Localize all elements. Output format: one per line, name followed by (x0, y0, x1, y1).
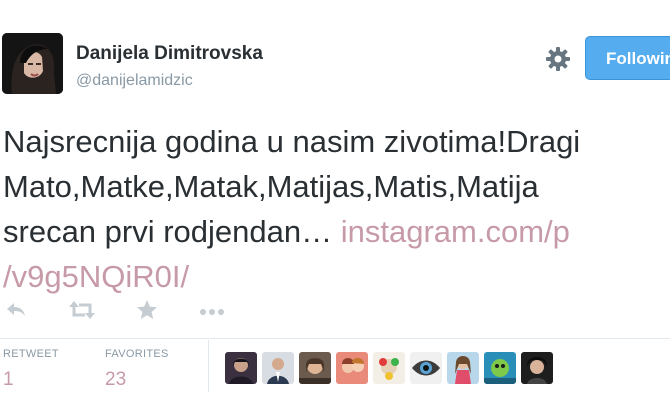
avatar[interactable] (2, 33, 63, 94)
tweet-actions (0, 298, 670, 328)
avatar-image (2, 33, 63, 94)
more-icon[interactable] (198, 298, 228, 326)
retweet-stat[interactable]: RETWEET 1 (3, 348, 59, 391)
user-name[interactable]: Danijela Dimitrovska (76, 43, 263, 65)
favoriter-avatar[interactable] (225, 352, 257, 384)
favoriter-avatar[interactable] (299, 352, 331, 384)
tweet-line-3-text: srecan prvi rodjendan… (3, 214, 341, 249)
tweet-line-2: Mato,Matke,Matak,Matijas,Matis,Matija (3, 169, 539, 204)
tweet-line-4: /v9g5NQiR0I/ (3, 254, 670, 299)
tweet-line-3: srecan prvi rodjendan… instagram.com/p (3, 209, 670, 254)
favoriter-avatar[interactable] (447, 352, 479, 384)
retweet-label: RETWEET (3, 348, 59, 360)
favoriter-avatar[interactable] (484, 352, 516, 384)
favoriter-avatar[interactable] (373, 352, 405, 384)
tweet-line-1: Najsrecnija godina u nasim zivotima!Drag… (3, 124, 581, 159)
retweet-icon[interactable] (68, 298, 98, 326)
favorites-count: 23 (105, 369, 127, 390)
instagram-link-continued[interactable]: /v9g5NQiR0I/ (3, 259, 189, 294)
following-button[interactable]: Following (585, 36, 670, 80)
favorites-label: FAVORITES (105, 348, 169, 360)
reply-icon[interactable] (4, 298, 34, 326)
user-handle[interactable]: @danijelamidzic (76, 72, 193, 90)
gear-icon[interactable] (545, 46, 571, 72)
divider (0, 338, 670, 339)
favoriter-avatar[interactable] (336, 352, 368, 384)
favoriter-avatar[interactable] (521, 352, 553, 384)
favoriter-avatar[interactable] (262, 352, 294, 384)
favoriter-avatar[interactable] (410, 352, 442, 384)
favorites-stat[interactable]: FAVORITES 23 (105, 348, 169, 391)
instagram-link[interactable]: instagram.com/p (341, 214, 570, 249)
stats-divider (208, 340, 209, 392)
star-icon[interactable] (135, 298, 165, 326)
retweet-count: 1 (3, 369, 14, 390)
tweet-text: Najsrecnija godina u nasim zivotima!Drag… (3, 119, 670, 299)
